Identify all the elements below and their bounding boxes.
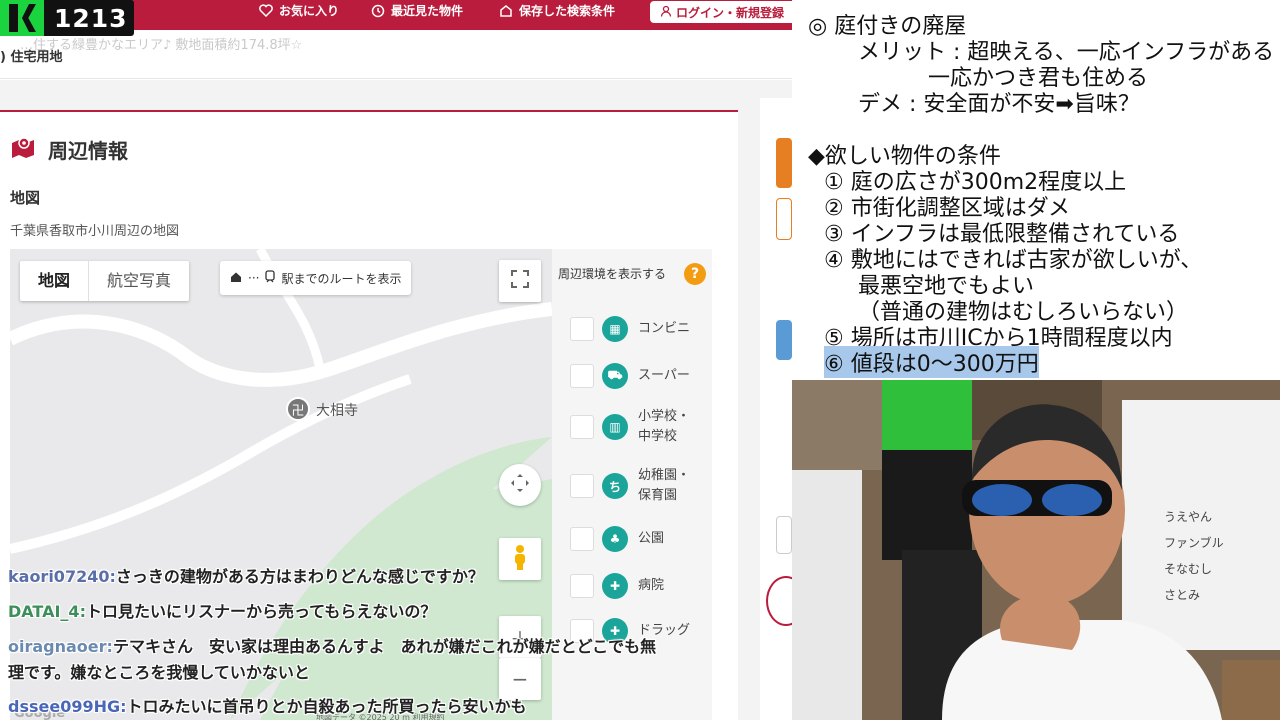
chat-message: kaori07240:さっきの建物がある方はまわりどんな感じですか？ (8, 563, 484, 587)
route-label: 駅までのルートを表示 (281, 271, 402, 286)
env-item-supermarket[interactable]: ⛟ スーパー (570, 363, 690, 389)
fullscreen-button[interactable] (499, 260, 541, 302)
section-title: 周辺情報 (10, 135, 128, 164)
checkbox[interactable] (570, 574, 594, 598)
env-item-convenience[interactable]: ▦ コンビニ (570, 316, 690, 342)
chat-text: テマキさん 安い家は理由あるんすよ あれが嫌だこれが嫌だとどこでも無 (112, 637, 657, 656)
sidebar-button[interactable] (776, 320, 792, 360)
webcam-names: うえやん ファンブル そなむし さとみ (1164, 508, 1224, 612)
user-icon (660, 5, 672, 20)
cart-icon: ⛟ (602, 363, 628, 389)
viewer-count: 1213 (54, 3, 128, 33)
env-item-kindergarten[interactable]: ち 幼稚園・ 保育園 (570, 466, 690, 506)
chat-message: DATAI_4:トロ見たいにリスナーから売ってもらえないの？ (8, 598, 436, 622)
train-icon (265, 270, 276, 286)
ellipsis-icon: ··· (248, 271, 260, 285)
environment-header: 周辺環境を表示する (558, 267, 667, 281)
env-label: 幼稚園・ 保育園 (638, 468, 691, 503)
divider (0, 78, 792, 79)
webcam-name: うえやん (1164, 510, 1213, 524)
tab-map[interactable]: 地図 (20, 261, 90, 301)
webcam-name: そなむし (1164, 562, 1213, 576)
help-icon[interactable]: ? (684, 263, 706, 285)
fullscreen-icon (511, 269, 529, 293)
minus-icon: − (511, 667, 529, 691)
map-heading: 地図 (10, 189, 41, 207)
route-button[interactable]: ··· 駅までのルートを表示 (220, 261, 412, 295)
login-button[interactable]: ログイン・新規登録 (650, 1, 800, 23)
move-arrows-icon (510, 473, 530, 498)
street-view-button[interactable] (499, 538, 541, 580)
sidebar-button[interactable] (776, 138, 792, 188)
park-icon: ♣ (602, 526, 628, 552)
webcam-name: ファンブル (1164, 536, 1224, 550)
env-item-park[interactable]: ♣ 公園 (570, 526, 664, 552)
chat-text: トロみたいに首吊りとか自殺あった所買ったら安いかも (126, 697, 527, 716)
k-logo-icon (0, 0, 44, 36)
map-description: 千葉県香取市小川周辺の地図 (10, 224, 180, 239)
hospital-icon: ✚ (602, 573, 628, 599)
env-label: スーパー (638, 368, 690, 383)
nav-recently-viewed-label: 最近見た物件 (391, 4, 464, 18)
chat-text: さっきの建物がある方はまわりどんな感じですか？ (115, 567, 484, 586)
home-icon (230, 271, 242, 286)
nav-saved-searches-label: 保存した検索条件 (519, 4, 616, 18)
nav-recently-viewed[interactable]: 最近見た物件 (370, 2, 463, 19)
tab-aerial[interactable]: 航空写真 (89, 261, 189, 301)
env-label: 公園 (638, 531, 665, 546)
chat-user: oiragnaoer: (8, 637, 113, 656)
map-pin-icon (10, 135, 38, 164)
chat-text: トロ見たいにリスナーから売ってもらえないの？ (85, 602, 437, 621)
viewer-count-badge: 1213 (0, 0, 134, 36)
checkbox[interactable] (570, 474, 594, 498)
checkbox[interactable] (570, 415, 594, 439)
chat-message: 理です。嫌なところを我慢していかないと (8, 659, 310, 683)
nav-favorites-label: お気に入り (279, 4, 340, 18)
nav-favorites[interactable]: お気に入り (258, 2, 339, 19)
checkbox[interactable] (570, 527, 594, 551)
pan-control[interactable] (499, 464, 541, 506)
land-type: ) 住宅用地 (0, 50, 63, 65)
school-icon: ▥ (602, 414, 628, 440)
bookmark-icon (498, 3, 514, 19)
env-item-hospital[interactable]: ✚ 病院 (570, 573, 664, 599)
clock-icon (370, 3, 386, 19)
webcam-feed: うえやん ファンブル そなむし さとみ (792, 380, 1280, 720)
kindergarten-icon: ち (602, 473, 628, 499)
note-line: デメ : 安全面が不安➡旨味？ (858, 92, 1140, 117)
right-sidebar (760, 98, 806, 720)
login-label: ログイン・新規登録 (676, 5, 785, 20)
chat-message: oiragnaoer:テマキさん 安い家は理由あるんすよ あれが嫌だこれが嫌だと… (8, 633, 656, 657)
pegman-icon (512, 544, 528, 575)
env-label: コンビニ (638, 321, 691, 336)
place-label: 大相寺 (316, 403, 358, 419)
note-line-highlighted: ⑥ 値段は0～300万円 (824, 346, 1039, 378)
env-label: 病院 (638, 578, 665, 593)
sidebar-button[interactable] (776, 516, 792, 554)
chat-user: dssee099HG: (8, 697, 127, 716)
heart-icon (258, 3, 274, 19)
map-type-tabs: 地図 航空写真 (20, 261, 190, 301)
checkbox[interactable] (570, 317, 594, 341)
temple-icon[interactable]: 卍 (286, 397, 310, 421)
land-type-label: 住宅用地 (10, 50, 63, 65)
checkbox[interactable] (570, 364, 594, 388)
chat-user: kaori07240: (8, 567, 116, 586)
chat-text: 理です。嫌なところを我慢していかないと (8, 663, 310, 682)
convenience-store-icon: ▦ (602, 316, 628, 342)
webcam-name: さとみ (1164, 588, 1201, 602)
env-item-school[interactable]: ▥ 小学校・ 中学校 (570, 407, 690, 447)
section-title-text: 周辺情報 (48, 139, 128, 163)
chat-user: DATAI_4: (8, 602, 86, 621)
notes-panel: ◎ 庭付きの廃屋 メリット : 超映える、一応インフラがある 一応かつき君も住め… (792, 0, 1280, 380)
nav-saved-searches[interactable]: 保存した検索条件 (498, 2, 615, 19)
sidebar-button[interactable] (776, 198, 792, 240)
chat-message: dssee099HG:トロみたいに首吊りとか自殺あった所買ったら安いかも (8, 693, 527, 717)
env-label: 小学校・ 中学校 (638, 409, 691, 444)
